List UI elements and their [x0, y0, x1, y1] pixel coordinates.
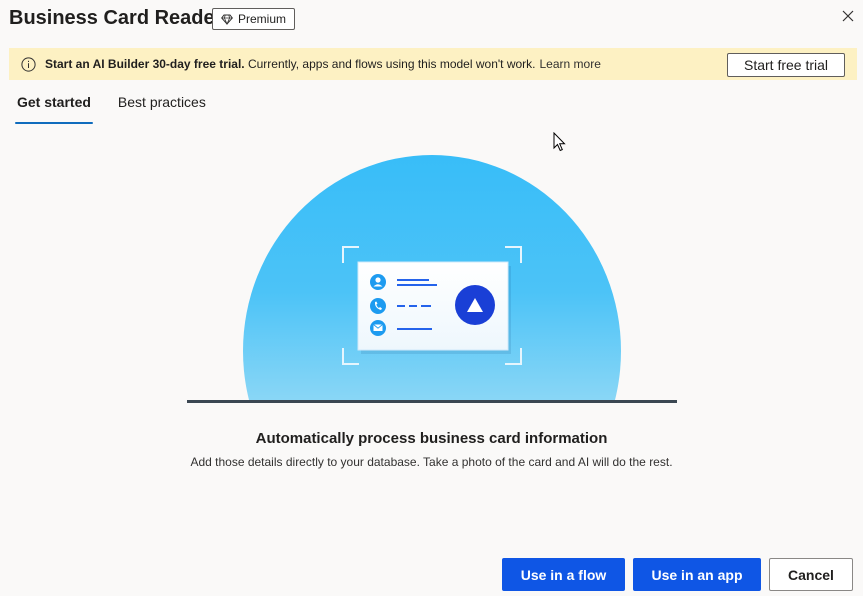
- info-icon: [20, 56, 36, 72]
- learn-more-link[interactable]: Learn more: [540, 57, 601, 71]
- tab-best-practices[interactable]: Best practices: [118, 94, 206, 124]
- close-icon: [842, 9, 854, 27]
- use-in-flow-button[interactable]: Use in a flow: [502, 558, 625, 591]
- banner-text: Currently, apps and flows using this mod…: [247, 57, 536, 71]
- use-in-app-button[interactable]: Use in an app: [633, 558, 761, 591]
- tab-get-started[interactable]: Get started: [15, 94, 93, 124]
- tab-list: Get started Best practices: [15, 94, 206, 124]
- cancel-button[interactable]: Cancel: [769, 558, 853, 591]
- premium-badge: Premium: [212, 8, 295, 30]
- dialog-title: Business Card Reader: [9, 7, 223, 29]
- phone-icon: [370, 298, 386, 314]
- premium-badge-label: Premium: [237, 12, 286, 26]
- business-card: [357, 261, 511, 354]
- close-button[interactable]: [837, 7, 859, 29]
- feature-headline: Automatically process business card info…: [255, 430, 608, 447]
- banner-bold-text: Start an AI Builder 30-day free trial.: [45, 57, 245, 71]
- ground-line: [187, 400, 677, 403]
- business-card-illustration: [187, 155, 677, 405]
- mouse-pointer-icon: [553, 131, 567, 157]
- diamond-icon: [221, 14, 233, 25]
- feature-description: Add those details directly to your datab…: [190, 455, 673, 469]
- business-card-reader-dialog: Business Card Reader Premium Start an AI…: [0, 0, 863, 596]
- start-free-trial-button[interactable]: Start free trial: [727, 53, 845, 77]
- banner-message: Start an AI Builder 30-day free trial. C…: [45, 57, 536, 71]
